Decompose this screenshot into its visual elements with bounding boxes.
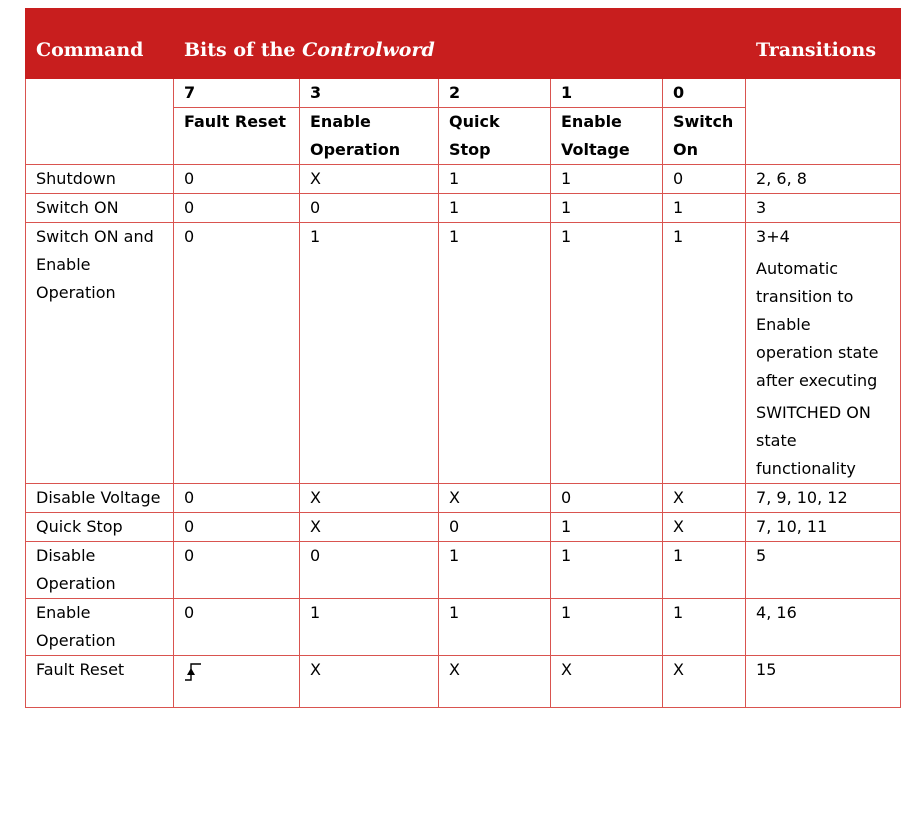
bit-cell: X xyxy=(299,512,439,542)
bit-cell: 1 xyxy=(438,193,551,223)
bit-cell: 0 xyxy=(173,512,300,542)
bit-cell: 0 xyxy=(661,164,747,194)
transitions-value: 3+4 xyxy=(756,227,790,246)
transitions-header: Transitions xyxy=(745,8,902,79)
bit-cell: 1 xyxy=(299,222,439,484)
command-header: Command xyxy=(25,8,174,79)
bits-header: Bits of the Controlword xyxy=(172,8,747,79)
bit-name-quick-stop: Quick Stop xyxy=(438,107,551,165)
bit-name-switch-on: Switch On xyxy=(661,107,747,165)
bit-cell: 0 xyxy=(173,222,300,484)
bit-cell: 0 xyxy=(173,598,300,656)
transitions-note: SWITCHED ON state functionality xyxy=(756,403,871,478)
transitions-cell: 3 xyxy=(745,193,902,223)
bit-cell: 1 xyxy=(661,222,747,484)
command-cell: Enable Operation xyxy=(25,598,174,656)
bit-name-fault-reset: Fault Reset xyxy=(173,107,300,165)
table-row: Disable Voltage 0 X X 0 X 7, 9, 10, 12 xyxy=(25,483,902,513)
bit-cell: X xyxy=(438,655,551,708)
bit-cell xyxy=(173,655,300,708)
table-row: Switch ON and Enable Operation 0 1 1 1 1… xyxy=(25,222,902,484)
bit-cell: X xyxy=(550,655,663,708)
rising-edge-icon xyxy=(185,663,201,681)
header-row: Command Bits of the Controlword Transiti… xyxy=(25,8,902,79)
bit-cell: 1 xyxy=(550,541,663,599)
command-cell: Switch ON and Enable Operation xyxy=(25,222,174,484)
command-cell: Shutdown xyxy=(25,164,174,194)
bit-number-7: 7 xyxy=(173,78,300,108)
command-cell: Quick Stop xyxy=(25,512,174,542)
bit-cell: 1 xyxy=(438,222,551,484)
bit-cell: 0 xyxy=(173,483,300,513)
bit-cell: 1 xyxy=(299,598,439,656)
table-row: Enable Operation 0 1 1 1 1 4, 16 xyxy=(25,598,902,656)
bit-cell: 1 xyxy=(550,512,663,542)
bit-cell: 1 xyxy=(550,164,663,194)
bit-cell: 1 xyxy=(550,193,663,223)
command-cell: Fault Reset xyxy=(25,655,174,708)
bit-cell: 1 xyxy=(661,541,747,599)
bit-cell: 0 xyxy=(438,512,551,542)
bit-number-3: 3 xyxy=(299,78,439,108)
bits-header-prefix: Bits of the xyxy=(184,38,303,61)
bit-cell: 0 xyxy=(173,193,300,223)
bit-name-enable-voltage: Enable Voltage xyxy=(550,107,663,165)
bit-cell: X xyxy=(438,483,551,513)
bit-cell: X xyxy=(661,483,747,513)
bit-cell: X xyxy=(299,164,439,194)
bits-header-em: Controlword xyxy=(302,38,435,61)
bit-cell: 0 xyxy=(299,541,439,599)
empty-corner-cell xyxy=(25,78,174,165)
bit-name-enable-operation: Enable Operation xyxy=(299,107,439,165)
bit-number-1: 1 xyxy=(550,78,663,108)
table-row: Switch ON 0 0 1 1 1 3 xyxy=(25,193,902,223)
bit-cell: 0 xyxy=(173,164,300,194)
controlword-table: Command Bits of the Controlword Transiti… xyxy=(25,8,902,708)
transitions-cell: 7, 9, 10, 12 xyxy=(745,483,902,513)
command-cell: Disable Voltage xyxy=(25,483,174,513)
bit-number-2: 2 xyxy=(438,78,551,108)
transitions-cell: 15 xyxy=(745,655,902,708)
table-row: Fault Reset X X X X 15 xyxy=(25,655,902,708)
bit-cell: 1 xyxy=(550,222,663,484)
bit-cell: 0 xyxy=(550,483,663,513)
transitions-note: Automatic transition to Enable operation… xyxy=(756,259,879,390)
bit-cell: X xyxy=(299,483,439,513)
transitions-cell: 7, 10, 11 xyxy=(745,512,902,542)
bit-cell: 1 xyxy=(661,598,747,656)
bit-cell: 0 xyxy=(299,193,439,223)
table-row: Shutdown 0 X 1 1 0 2, 6, 8 xyxy=(25,164,902,194)
bit-cell: 1 xyxy=(438,164,551,194)
command-cell: Switch ON xyxy=(25,193,174,223)
bit-cell: 1 xyxy=(550,598,663,656)
bit-cell: X xyxy=(661,512,747,542)
bit-cell: X xyxy=(299,655,439,708)
bit-number-0: 0 xyxy=(661,78,747,108)
command-cell: Disable Operation xyxy=(25,541,174,599)
bit-cell: 1 xyxy=(438,541,551,599)
bit-cell: 1 xyxy=(438,598,551,656)
bit-cell: 1 xyxy=(661,193,747,223)
transitions-cell: 2, 6, 8 xyxy=(745,164,902,194)
bit-cell: 0 xyxy=(173,541,300,599)
transitions-cell: 5 xyxy=(745,541,902,599)
transitions-cell: 3+4 Automatic transition to Enable opera… xyxy=(745,222,902,484)
table-row: Quick Stop 0 X 0 1 X 7, 10, 11 xyxy=(25,512,902,542)
empty-transitions-cell xyxy=(745,78,902,165)
transitions-cell: 4, 16 xyxy=(745,598,902,656)
bit-number-row: 7 3 2 1 0 xyxy=(25,78,902,165)
bit-cell: X xyxy=(661,655,747,708)
table-row: Disable Operation 0 0 1 1 1 5 xyxy=(25,541,902,599)
